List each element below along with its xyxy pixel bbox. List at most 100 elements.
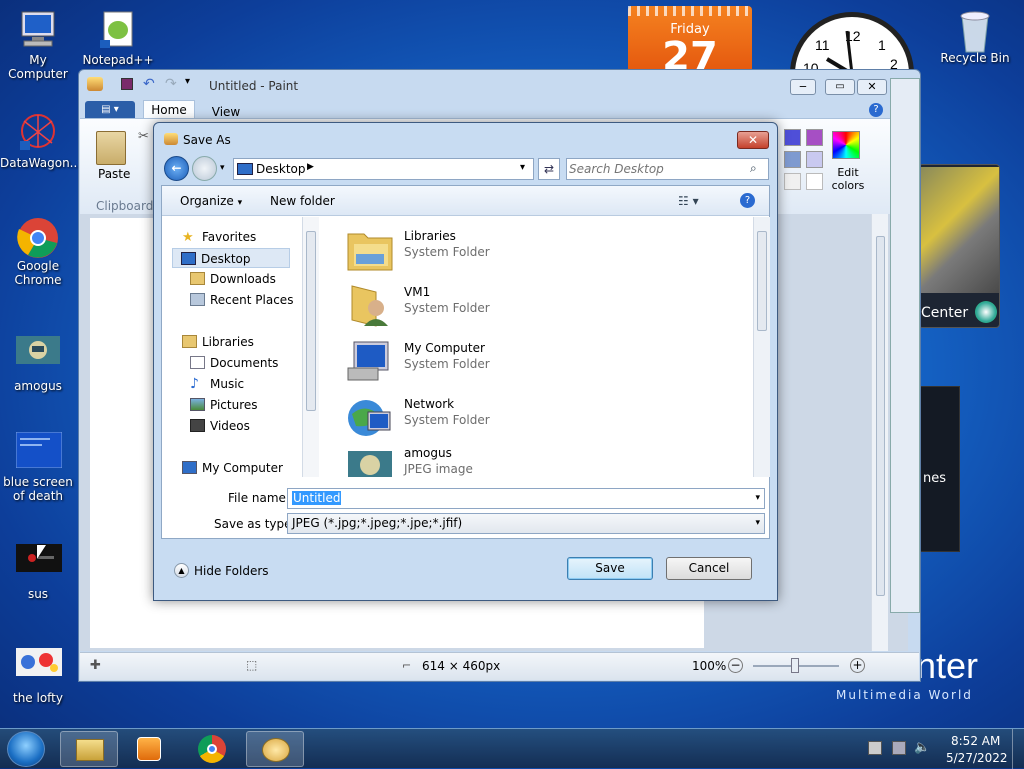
file-item[interactable]: amogus JPEG image (346, 441, 726, 477)
nav-documents[interactable]: Documents (182, 353, 300, 373)
start-button[interactable] (7, 731, 45, 767)
view-options-icon[interactable]: ☷ ▾ (678, 194, 699, 208)
desktop-icon-my-computer[interactable]: My Computer (0, 10, 76, 81)
file-name: My Computer (404, 341, 485, 355)
file-item[interactable]: VM1 System Folder (346, 280, 726, 336)
calendar-gadget[interactable]: Friday 27 (628, 6, 752, 77)
nav-libraries[interactable]: Libraries (174, 332, 292, 352)
save-icon[interactable] (121, 78, 133, 90)
minimize-button[interactable]: ‒ (790, 79, 816, 95)
zoom-out-button[interactable]: − (728, 658, 743, 673)
address-dropdown-icon[interactable]: ▾ (520, 162, 525, 173)
file-item[interactable]: Libraries System Folder (346, 224, 726, 280)
save-as-dialog[interactable]: Save As ✕ ← ▾ Desktop ▶ ▾ ⇄ ⌕ Organize ▾… (153, 122, 778, 601)
computer-icon (346, 338, 394, 384)
recent-pages-dropdown-icon[interactable]: ▾ (220, 163, 225, 173)
paint-title-bar[interactable]: ↶ ↷ ▾ Untitled - Paint ‒ ▭ ✕ (79, 70, 920, 98)
help-icon[interactable]: ? (740, 193, 755, 208)
desktop-icon-amogus[interactable]: amogus (0, 336, 76, 393)
action-center-flag-icon[interactable] (868, 741, 882, 755)
nav-my-computer[interactable]: My Computer (174, 458, 292, 478)
show-desktop-button[interactable] (1012, 729, 1024, 769)
dialog-close-button[interactable]: ✕ (737, 131, 769, 149)
search-icon[interactable]: ⌕ (750, 161, 757, 176)
zoom-slider-thumb[interactable] (791, 658, 799, 673)
desktop-icon-datawagon[interactable]: DataWagon... (0, 113, 81, 170)
network-tray-icon[interactable] (892, 741, 906, 755)
cut-icon[interactable]: ✂ (138, 129, 149, 144)
nav-desktop[interactable]: Desktop (172, 248, 290, 268)
nav-downloads[interactable]: Downloads (182, 269, 300, 289)
desktop-icon-bsod[interactable]: blue screen of death (0, 431, 76, 503)
hide-folders-button[interactable]: Hide Folders (194, 564, 269, 578)
save-as-type-dropdown-icon[interactable]: ▾ (755, 514, 760, 533)
forward-button[interactable] (192, 156, 217, 181)
desktop-icon-the-lofty[interactable]: the lofty (0, 648, 76, 705)
canvas-vertical-scrollbar[interactable] (871, 214, 888, 651)
scroll-thumb[interactable] (757, 231, 767, 331)
zoom-in-button[interactable]: + (850, 658, 865, 673)
save-as-type-select[interactable]: JPEG (*.jpg;*.jpeg;*.jpe;*.jfif) ▾ (287, 513, 765, 534)
taskbar-explorer-button[interactable] (60, 731, 118, 767)
cancel-button[interactable]: Cancel (666, 557, 752, 580)
maximize-button[interactable]: ▭ (825, 79, 855, 95)
file-list: Libraries System Folder VM1 System Folde… (332, 217, 757, 477)
hide-folders-chevron-icon[interactable]: ▲ (174, 563, 189, 578)
tab-home[interactable]: Home (143, 100, 195, 120)
file-item[interactable]: Network System Folder (346, 392, 726, 448)
paint-menu-button[interactable]: ▤ ▾ (85, 101, 135, 119)
paste-button[interactable]: Paste (98, 167, 130, 181)
color-swatch[interactable] (806, 173, 823, 190)
nav-recent-places[interactable]: Recent Places (182, 290, 300, 310)
nav-pictures[interactable]: Pictures (182, 395, 300, 415)
color-swatch[interactable] (806, 151, 823, 168)
nav-music[interactable]: ♪ Music (182, 374, 300, 394)
desktop-icon-notepadpp[interactable]: Notepad++ (80, 10, 156, 67)
save-button[interactable]: Save (567, 557, 653, 580)
edit-colors-icon[interactable] (832, 131, 860, 159)
organize-button[interactable]: Organize ▾ (180, 194, 242, 208)
address-bar[interactable]: Desktop ▶ ▾ (233, 158, 534, 180)
edit-colors-button[interactable]: Edit colors (828, 166, 868, 192)
color-swatch[interactable] (806, 129, 823, 146)
breadcrumb-chevron-icon[interactable]: ▶ (307, 162, 314, 172)
back-button[interactable]: ← (164, 156, 189, 181)
selection-size-icon: ⬚ (246, 658, 258, 672)
volume-icon[interactable]: 🔈 (914, 740, 930, 755)
address-breadcrumb-desktop[interactable]: Desktop (256, 162, 306, 176)
desktop-icon-recycle-bin[interactable]: Recycle Bin (937, 8, 1013, 65)
file-name-field[interactable]: Untitled ▾ (287, 488, 765, 509)
redo-icon[interactable]: ↷ (165, 76, 177, 92)
new-folder-button[interactable]: New folder (270, 194, 335, 208)
file-name-dropdown-icon[interactable]: ▾ (755, 489, 760, 508)
nav-videos[interactable]: Videos (182, 416, 300, 436)
color-swatch[interactable] (784, 129, 801, 146)
color-swatch[interactable] (784, 151, 801, 168)
file-name-input[interactable]: Untitled (292, 491, 342, 505)
file-list-scrollbar[interactable] (753, 217, 770, 477)
nav-scrollbar[interactable] (302, 217, 319, 477)
search-input[interactable] (569, 160, 745, 178)
dialog-title-bar[interactable]: Save As ✕ (154, 123, 777, 155)
file-item[interactable]: My Computer System Folder (346, 336, 726, 392)
undo-icon[interactable]: ↶ (143, 76, 155, 92)
refresh-icon[interactable]: ⇄ (538, 158, 560, 180)
color-swatch[interactable] (784, 173, 801, 190)
taskbar-media-player-button[interactable] (120, 731, 178, 767)
taskbar-paint-button[interactable] (246, 731, 304, 767)
media-center-gadget[interactable]: Center (918, 164, 1000, 328)
clock-date[interactable]: 5/27/2022 (946, 751, 1008, 765)
quick-access-dropdown-icon[interactable]: ▾ (185, 76, 190, 87)
scroll-thumb[interactable] (306, 231, 316, 411)
nav-favorites[interactable]: ★ Favorites (174, 227, 292, 247)
save-as-type-value: JPEG (*.jpg;*.jpeg;*.jpe;*.jfif) (292, 516, 463, 530)
paste-icon[interactable] (96, 131, 126, 165)
help-icon[interactable]: ? (869, 103, 883, 117)
desktop-icon-chrome[interactable]: Google Chrome (0, 216, 76, 287)
search-box[interactable]: ⌕ (566, 158, 769, 180)
clock-time[interactable]: 8:52 AM (951, 734, 1000, 748)
scroll-thumb[interactable] (876, 236, 885, 596)
close-button[interactable]: ✕ (857, 79, 887, 95)
taskbar-chrome-button[interactable] (184, 731, 242, 767)
media-thumbnails (921, 167, 999, 293)
